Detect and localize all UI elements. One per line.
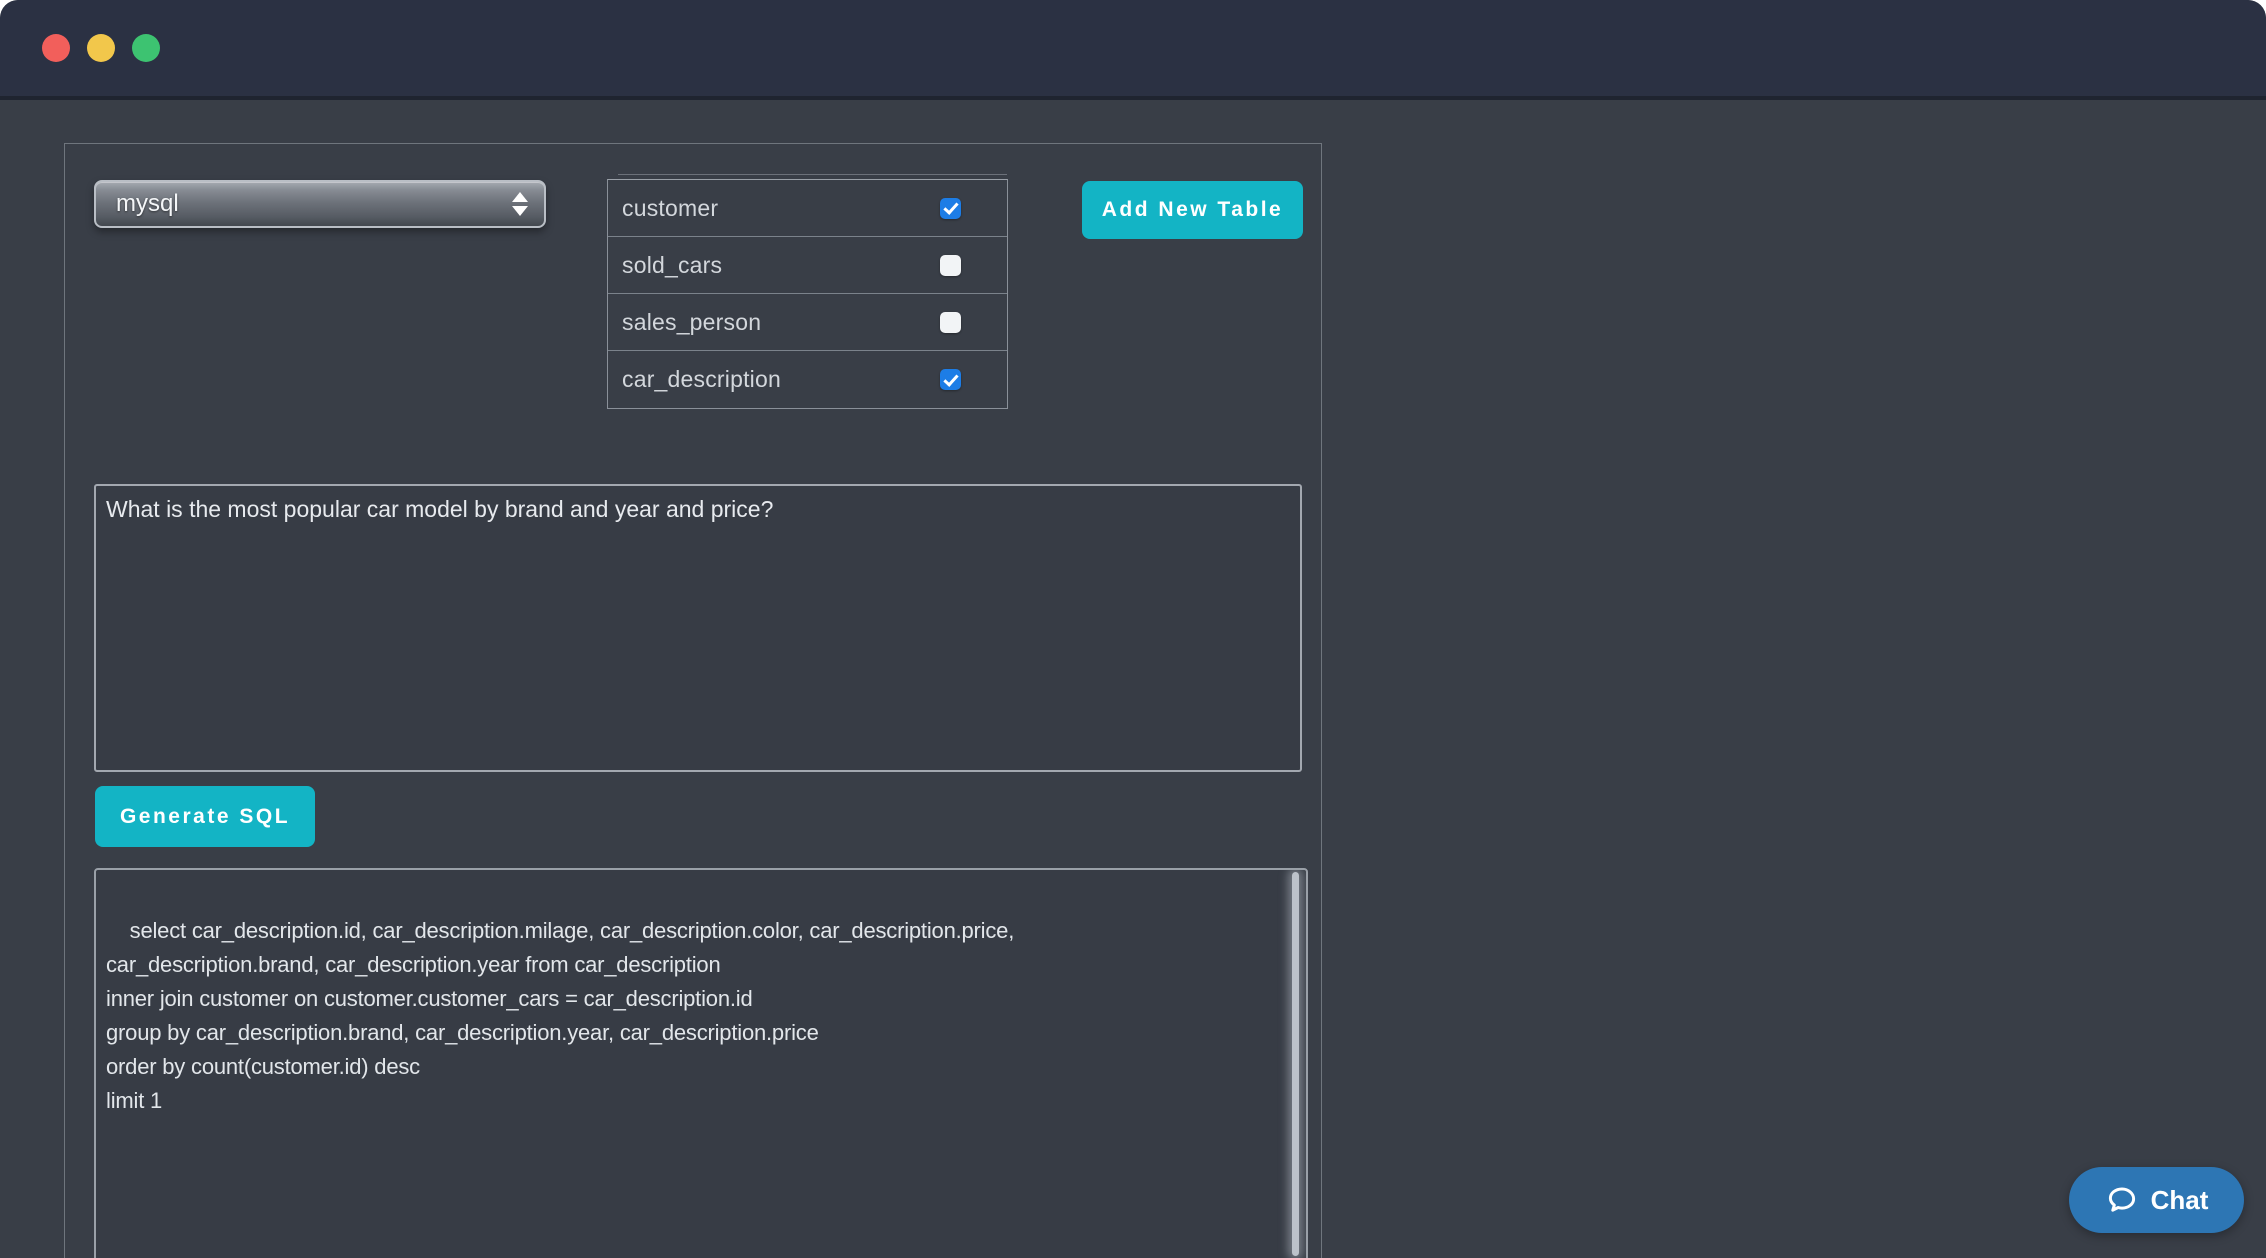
generate-sql-button[interactable]: Generate SQL xyxy=(95,786,315,847)
minimize-button[interactable] xyxy=(87,34,115,62)
table-row-checkbox[interactable] xyxy=(940,312,961,333)
table-row-checkbox[interactable] xyxy=(940,255,961,276)
table-row-label: sold_cars xyxy=(622,252,722,279)
table-row-checkbox[interactable] xyxy=(940,369,961,390)
add-new-table-button[interactable]: Add New Table xyxy=(1082,181,1303,239)
table-row[interactable]: sold_cars xyxy=(608,237,1007,294)
tables-list: customer sold_cars sales_person car_desc… xyxy=(607,179,1008,409)
table-row-checkbox[interactable] xyxy=(940,198,961,219)
database-select[interactable]: mysql xyxy=(94,180,546,228)
table-row-label: car_description xyxy=(622,366,781,393)
title-bar xyxy=(0,0,2266,100)
table-row[interactable]: car_description xyxy=(608,351,1007,408)
sql-output[interactable]: select car_description.id, car_descripti… xyxy=(94,868,1308,1258)
chat-button[interactable]: Chat xyxy=(2069,1167,2244,1233)
sql-output-scrollbar[interactable] xyxy=(1292,872,1299,1256)
database-select-value: mysql xyxy=(96,190,179,218)
table-row[interactable]: sales_person xyxy=(608,294,1007,351)
table-row-label: customer xyxy=(622,195,718,222)
app-window: mysql customer sold_cars sales_person ca… xyxy=(0,0,2266,1258)
table-row[interactable]: customer xyxy=(608,180,1007,237)
close-button[interactable] xyxy=(42,34,70,62)
maximize-button[interactable] xyxy=(132,34,160,62)
sql-output-text: select car_description.id, car_descripti… xyxy=(106,918,1014,1113)
up-down-arrows-icon xyxy=(512,192,528,216)
chat-button-label: Chat xyxy=(2151,1185,2209,1216)
chat-bubble-icon xyxy=(2105,1183,2139,1217)
table-row-label: sales_person xyxy=(622,309,761,336)
question-input[interactable]: What is the most popular car model by br… xyxy=(94,484,1302,772)
traffic-lights xyxy=(42,34,160,62)
